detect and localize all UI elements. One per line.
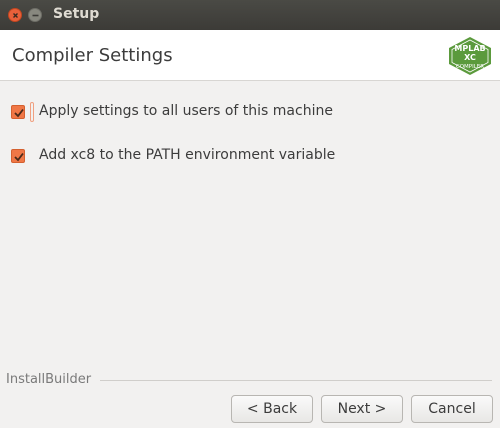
title-bar: Setup <box>0 0 500 30</box>
option-label[interactable]: Apply settings to all users of this mach… <box>39 103 333 119</box>
cancel-button[interactable]: Cancel <box>411 395 493 423</box>
logo-text-compiler: COMPILER <box>456 64 484 70</box>
checkbox-add-to-path[interactable] <box>11 149 25 163</box>
mplab-xc-compiler-logo: MPLAB XC COMPILER <box>449 37 491 75</box>
minimize-window-button[interactable] <box>28 8 42 22</box>
close-window-button[interactable] <box>8 8 22 22</box>
minimize-icon <box>32 14 39 17</box>
checkmark-icon <box>14 108 24 118</box>
back-button[interactable]: < Back <box>231 395 313 423</box>
window-title: Setup <box>53 6 100 22</box>
logo-text-xc: XC <box>464 53 476 62</box>
page-header: Compiler Settings MPLAB XC COMPILER <box>0 30 500 81</box>
logo-text-mplab: MPLAB <box>454 44 485 53</box>
checkmark-icon <box>14 152 24 162</box>
page-title: Compiler Settings <box>12 45 173 66</box>
installer-brand: InstallBuilder <box>6 372 92 387</box>
next-button[interactable]: Next > <box>321 395 403 423</box>
close-icon <box>13 13 18 18</box>
checkbox-apply-all-users[interactable] <box>11 105 25 119</box>
option-label[interactable]: Add xc8 to the PATH environment variable <box>39 147 335 163</box>
footer-divider <box>100 380 492 381</box>
focus-indicator <box>30 102 34 122</box>
